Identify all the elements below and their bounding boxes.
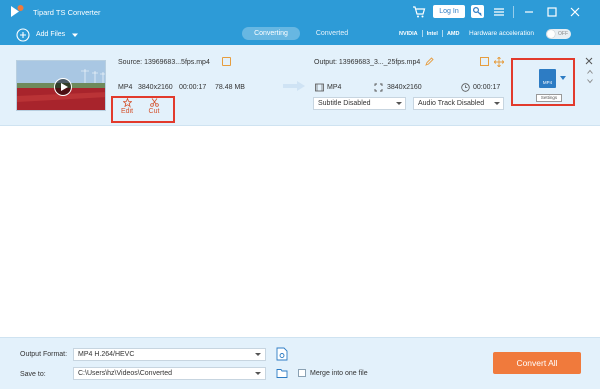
output-resolution: 3840x2160: [387, 84, 422, 91]
bottom-bar: Output Format: MP4 H.264/HEVC Save to: C…: [0, 337, 600, 389]
save-to-select[interactable]: C:\Users\hz\Videos\Converted: [73, 367, 266, 380]
resolution-icon: [374, 83, 383, 92]
maximize-icon[interactable]: [545, 5, 559, 19]
toggle-state-label: OFF: [558, 31, 568, 37]
chevron-down-icon[interactable]: [560, 76, 566, 80]
chevron-down-icon: [255, 353, 261, 356]
hw-vendor-nvidia: NVIDIA: [399, 30, 418, 37]
scissors-icon: [149, 98, 159, 107]
add-files-label: Add Files: [36, 31, 66, 38]
hw-vendor-amd: AMD: [446, 30, 460, 37]
edit-label: Edit: [120, 108, 134, 115]
format-settings-icon[interactable]: [276, 347, 288, 361]
source-filename: Source: 13969683...5fps.mp4: [118, 59, 210, 66]
mp4-profile-icon: MP4: [542, 80, 553, 85]
film-icon: [315, 83, 324, 92]
close-icon[interactable]: [568, 5, 582, 19]
chevron-down-icon: [494, 102, 500, 105]
output-format-value: MP4 H.264/HEVC: [78, 351, 135, 358]
chevron-down-icon[interactable]: [71, 31, 79, 39]
add-circle-icon: [16, 27, 30, 42]
title-bar: Tipard TS Converter Log In: [0, 0, 600, 24]
edit-button[interactable]: Edit: [118, 98, 136, 115]
output-format-select[interactable]: MP4 H.264/HEVC: [73, 348, 266, 361]
video-thumbnail[interactable]: [16, 60, 106, 111]
login-button[interactable]: Log In: [433, 5, 465, 18]
rename-pen-icon[interactable]: [425, 57, 434, 66]
source-duration: 00:00:17: [179, 84, 207, 91]
arrow-right-icon: [283, 81, 305, 91]
audio-track-select-value: Audio Track Disabled: [418, 100, 485, 107]
app-title: Tipard TS Converter: [33, 8, 101, 17]
hw-vendors: NVIDIA Intel AMD: [399, 30, 459, 37]
add-files-button[interactable]: Add Files: [16, 27, 79, 42]
tab-converting[interactable]: Converting: [242, 27, 300, 40]
subtitle-select-value: Subtitle Disabled: [318, 100, 371, 107]
output-format-label: Output Format:: [20, 351, 68, 358]
toggle-knob: [547, 30, 555, 38]
app-logo-icon: [11, 5, 24, 17]
source-format: MP4: [118, 84, 133, 91]
move-down-icon[interactable]: [587, 78, 593, 84]
save-to-value: C:\Users\hz\Videos\Converted: [78, 370, 173, 377]
audio-track-select[interactable]: Audio Track Disabled: [413, 97, 504, 110]
clock-icon: [461, 83, 470, 92]
cart-icon[interactable]: [412, 5, 426, 19]
chevron-down-icon: [255, 372, 261, 375]
open-folder-icon[interactable]: [276, 367, 288, 379]
output-format: MP4: [327, 84, 342, 91]
merge-checkbox[interactable]: [298, 369, 306, 377]
merge-label: Merge into one file: [310, 370, 368, 377]
output-profile-button[interactable]: MP4: [539, 69, 556, 88]
source-size: 78.48 MB: [215, 84, 245, 91]
hw-vendor-intel: Intel: [426, 30, 438, 37]
title-separator: [513, 6, 514, 18]
move-up-icon[interactable]: [587, 69, 593, 75]
hw-acceleration-toggle[interactable]: OFF: [546, 29, 571, 39]
move-icon[interactable]: [494, 57, 504, 67]
source-info-icon[interactable]: [222, 57, 231, 66]
menu-icon[interactable]: [492, 5, 506, 19]
output-duration: 00:00:17: [473, 84, 501, 91]
save-to-label: Save to:: [20, 371, 46, 378]
toolbar: Add Files Converting Converted NVIDIA In…: [0, 24, 600, 45]
key-icon: [472, 6, 482, 16]
file-item-row: Source: 13969683...5fps.mp4 MP4 3840x216…: [0, 45, 600, 126]
source-resolution: 3840x2160: [138, 84, 173, 91]
remove-item-icon[interactable]: [585, 57, 593, 65]
tab-converted[interactable]: Converted: [312, 27, 352, 40]
chevron-down-icon: [396, 102, 402, 105]
crop-info-icon[interactable]: [480, 57, 489, 66]
key-button[interactable]: [471, 5, 484, 18]
subtitle-select[interactable]: Subtitle Disabled: [313, 97, 406, 110]
cut-label: Cut: [148, 108, 160, 115]
hw-acceleration-label: Hardware acceleration: [469, 30, 535, 37]
play-icon[interactable]: [54, 78, 72, 96]
minimize-icon[interactable]: [522, 5, 536, 19]
edit-star-icon: [122, 98, 132, 107]
output-filename: Output: 13969683_3..._25fps.mp4: [314, 59, 421, 66]
settings-tooltip: Settings: [536, 94, 562, 102]
convert-all-button[interactable]: Convert All: [493, 352, 581, 374]
cut-button[interactable]: Cut: [145, 98, 163, 115]
